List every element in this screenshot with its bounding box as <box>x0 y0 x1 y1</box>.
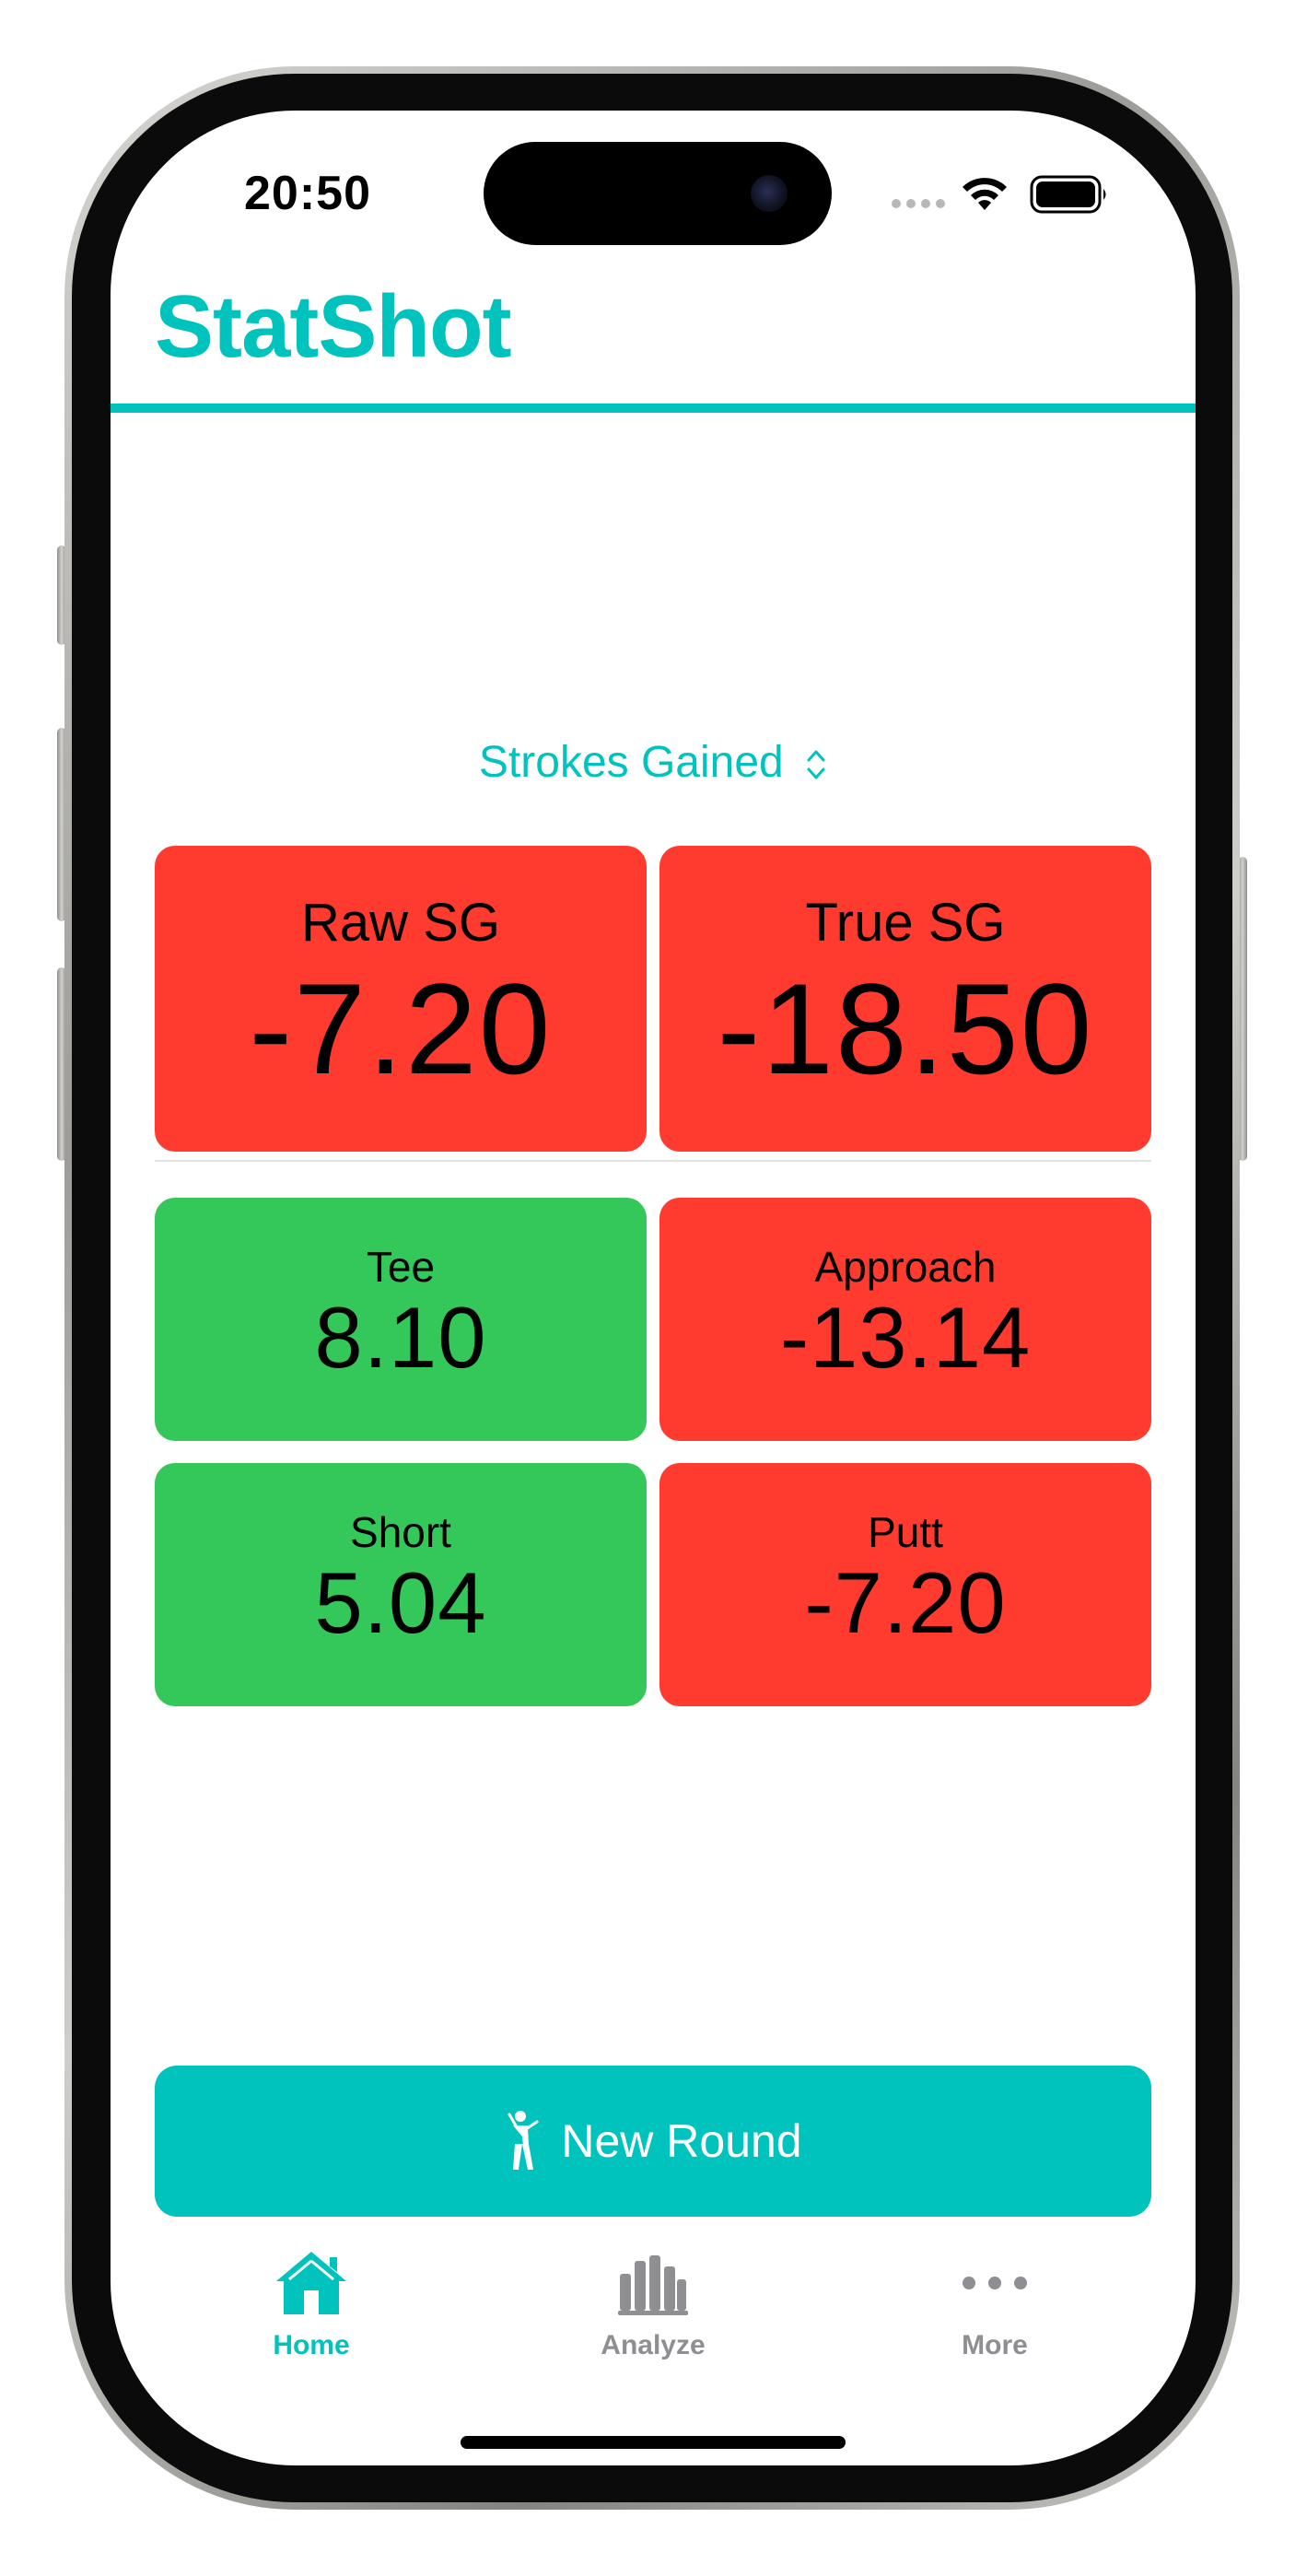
phone-screen: 20:50 StatShot Strokes Gained Raw SG -7.… <box>111 111 1196 2465</box>
metric-selector-label: Strokes Gained <box>478 738 784 787</box>
tile-value: -13.14 <box>779 1289 1032 1386</box>
device-stage: 20:50 StatShot Strokes Gained Raw SG -7.… <box>0 0 1307 2576</box>
tab-more[interactable]: More <box>893 2248 1096 2361</box>
tab-home-label: Home <box>273 2330 350 2360</box>
tile-value: -7.20 <box>804 1554 1007 1651</box>
bar-chart-icon <box>618 2255 688 2315</box>
tile-value: -7.20 <box>249 956 553 1101</box>
tile-label: Short <box>350 1508 451 1556</box>
putt-tile[interactable]: Putt -7.20 <box>659 1463 1151 1706</box>
house-icon <box>276 2252 346 2314</box>
home-indicator[interactable] <box>461 2436 846 2449</box>
tab-home[interactable]: Home <box>210 2248 413 2361</box>
approach-tile[interactable]: Approach -13.14 <box>659 1198 1151 1441</box>
tile-label: Raw SG <box>301 893 500 953</box>
chevron-up-down-icon <box>807 750 825 779</box>
raw-sg-tile[interactable]: Raw SG -7.20 <box>155 846 647 1152</box>
tab-more-label: More <box>962 2330 1028 2360</box>
tile-label: True SG <box>805 893 1006 953</box>
dynamic-island <box>484 142 832 245</box>
golfer-icon <box>508 2111 539 2170</box>
tab-analyze-label: Analyze <box>601 2330 706 2360</box>
ellipsis-icon <box>963 2277 1027 2289</box>
tile-label: Tee <box>366 1243 436 1291</box>
tile-label: Putt <box>868 1508 943 1556</box>
new-round-button[interactable]: New Round <box>155 2066 1151 2217</box>
tile-value: 8.10 <box>314 1289 487 1386</box>
tile-label: Approach <box>814 1243 997 1291</box>
tile-value: 5.04 <box>314 1554 487 1651</box>
true-sg-tile[interactable]: True SG -18.50 <box>659 846 1151 1152</box>
tab-analyze[interactable]: Analyze <box>552 2248 754 2361</box>
metric-selector[interactable]: Strokes Gained <box>111 737 1196 788</box>
app-title: StatShot <box>155 277 512 376</box>
front-camera <box>751 175 788 212</box>
short-tile[interactable]: Short 5.04 <box>155 1463 647 1706</box>
tile-value: -18.50 <box>717 956 1094 1101</box>
status-time: 20:50 <box>244 167 371 220</box>
header-divider <box>111 404 1196 413</box>
section-divider <box>155 1160 1151 1162</box>
tee-tile[interactable]: Tee 8.10 <box>155 1198 647 1441</box>
cellular-signal-icon <box>892 199 945 208</box>
wifi-icon <box>963 178 1007 210</box>
new-round-label: New Round <box>561 2115 802 2167</box>
battery-icon <box>1030 175 1106 214</box>
